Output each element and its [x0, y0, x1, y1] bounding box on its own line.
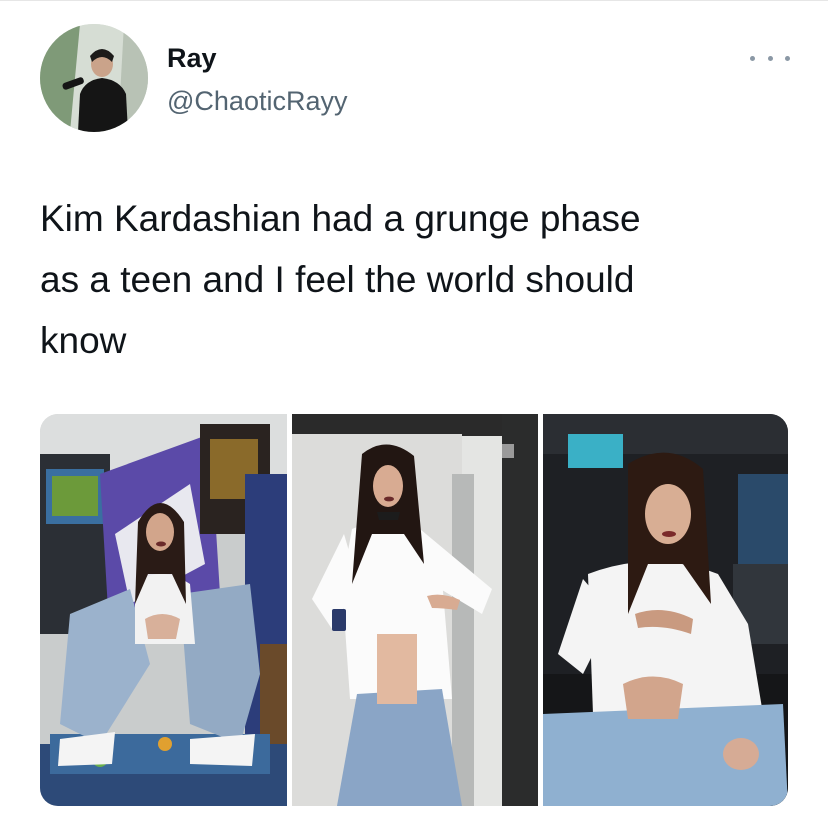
top-divider: [0, 0, 828, 1]
media-grid[interactable]: [40, 414, 788, 806]
tweet-header: Ray @ChaoticRayy: [40, 24, 790, 136]
user-handle[interactable]: @ChaoticRayy: [167, 86, 347, 117]
more-dot: [750, 55, 755, 61]
avatar[interactable]: [40, 24, 148, 132]
display-name[interactable]: Ray: [167, 43, 217, 74]
more-horizontal-icon[interactable]: [750, 48, 790, 68]
photo-3[interactable]: [543, 414, 788, 806]
more-dot: [785, 55, 790, 61]
photo-2[interactable]: [292, 414, 538, 806]
tweet-text: Kim Kardashian had a grunge phase as a t…: [40, 198, 641, 361]
photo-1[interactable]: [40, 414, 287, 806]
more-dot: [767, 55, 773, 61]
